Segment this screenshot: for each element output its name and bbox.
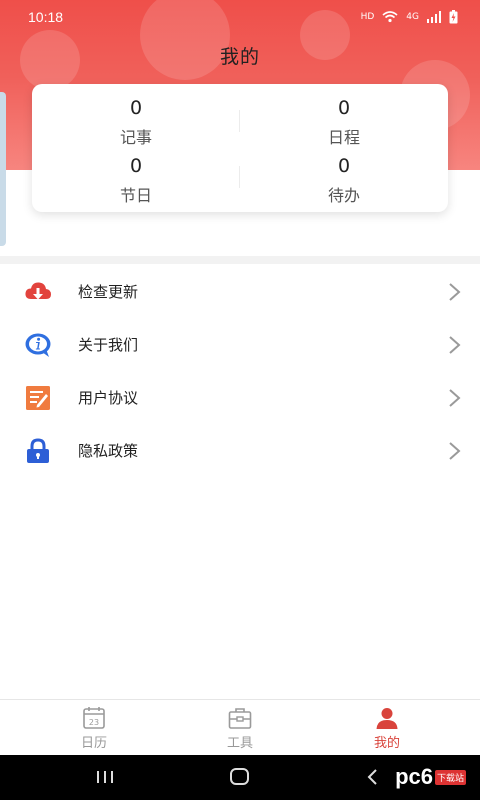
status-bar: 10:18 HD 4G <box>0 0 480 36</box>
tab-label: 我的 <box>373 736 400 751</box>
chevron-right-icon <box>449 336 461 354</box>
menu-item-label: 检查更新 <box>78 283 139 301</box>
info-bubble-icon <box>25 333 51 357</box>
stat-todo[interactable]: 0 待办 <box>240 154 448 206</box>
stat-label: 待办 <box>327 186 360 205</box>
stat-value: 0 <box>337 97 351 119</box>
stat-notes[interactable]: 0 记事 <box>32 96 240 148</box>
menu-item-label: 隐私政策 <box>78 442 139 460</box>
page-title: 我的 <box>219 46 260 68</box>
back-icon[interactable] <box>366 765 380 789</box>
status-icons: HD 4G <box>361 10 458 24</box>
stats-card: 0 记事 0 日程 0 节日 0 待办 <box>32 84 448 212</box>
cloud-download-icon <box>25 282 51 300</box>
divider <box>239 166 240 188</box>
stat-festivals[interactable]: 0 节日 <box>32 154 240 206</box>
battery-charging-icon <box>449 10 458 24</box>
watermark-text: pc6 <box>395 764 433 789</box>
chevron-right-icon <box>449 389 461 407</box>
lock-icon <box>27 438 49 463</box>
person-icon <box>376 708 398 729</box>
menu-item-about-us[interactable]: 关于我们 <box>0 319 480 372</box>
calendar-day-number: 23 <box>89 718 99 727</box>
section-separator <box>0 256 480 264</box>
stat-value: 0 <box>337 155 351 177</box>
menu-item-privacy-policy[interactable]: 隐私政策 <box>0 425 480 478</box>
menu-item-label: 关于我们 <box>78 336 139 354</box>
stat-label: 日程 <box>327 128 360 147</box>
chevron-right-icon <box>449 283 461 301</box>
menu-item-check-update[interactable]: 检查更新 <box>0 266 480 319</box>
bottom-nav: 23 日历 工具 我的 <box>0 699 480 755</box>
stat-schedule[interactable]: 0 日程 <box>240 96 448 148</box>
tab-label: 工具 <box>226 736 253 751</box>
signal-icon <box>427 11 441 23</box>
chevron-right-icon <box>449 442 461 460</box>
settings-menu: 检查更新 关于我们 用户协议 隐私政策 <box>0 266 480 478</box>
menu-item-user-agreement[interactable]: 用户协议 <box>0 372 480 425</box>
stat-label: 记事 <box>119 128 152 147</box>
menu-item-label: 用户协议 <box>78 389 139 407</box>
stat-label: 节日 <box>119 186 152 205</box>
divider <box>239 110 240 132</box>
watermark-logo: pc6 下载站 <box>395 763 466 791</box>
system-nav-bar: pc6 下载站 <box>0 755 480 800</box>
watermark-subtext: 下载站 <box>434 769 466 785</box>
document-edit-icon <box>26 386 50 410</box>
home-icon[interactable] <box>229 765 251 789</box>
stat-value: 0 <box>129 97 143 119</box>
tab-calendar[interactable]: 23 日历 <box>34 700 154 756</box>
stat-value: 0 <box>129 155 143 177</box>
recent-apps-icon[interactable] <box>96 765 114 789</box>
network-type-indicator: 4G <box>406 12 419 22</box>
tab-tools[interactable]: 工具 <box>180 700 300 756</box>
tab-label: 日历 <box>80 736 107 751</box>
toolbox-icon <box>228 708 252 729</box>
calendar-icon: 23 <box>83 707 105 729</box>
hd-indicator: HD <box>360 12 375 22</box>
side-drawer-handle[interactable] <box>0 92 6 246</box>
status-time: 10:18 <box>28 9 64 25</box>
wifi-icon <box>382 11 398 23</box>
tab-mine[interactable]: 我的 <box>327 700 447 756</box>
